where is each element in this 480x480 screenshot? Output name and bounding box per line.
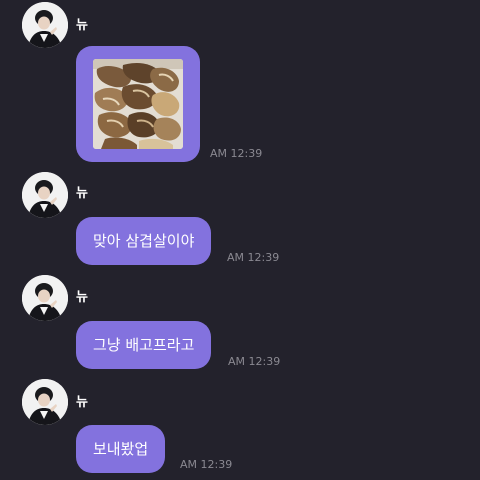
avatar-image [22, 2, 68, 48]
message-timestamp: AM 12:39 [228, 355, 281, 368]
avatar-image [22, 275, 68, 321]
avatar-image [22, 379, 68, 425]
avatar-image [22, 172, 68, 218]
message-timestamp: AM 12:39 [227, 251, 280, 264]
pork-belly-photo-icon [93, 59, 183, 149]
text-message-bubble[interactable]: 맞아 삼겹살이야 [76, 217, 212, 265]
sender-name: 뉴 [76, 290, 88, 305]
avatar[interactable] [22, 379, 68, 425]
avatar[interactable] [22, 172, 68, 218]
photo-message-bubble[interactable] [76, 46, 200, 162]
sender-name: 뉴 [76, 186, 88, 201]
message-timestamp: AM 12:39 [180, 458, 233, 471]
avatar[interactable] [22, 2, 68, 48]
message-timestamp: AM 12:39 [210, 147, 263, 160]
avatar[interactable] [22, 275, 68, 321]
sender-name: 뉴 [76, 395, 88, 410]
text-message-bubble[interactable]: 그냥 배고프라고 [76, 321, 212, 369]
sender-name: 뉴 [76, 18, 88, 33]
food-photo[interactable] [93, 59, 183, 149]
text-message-bubble[interactable]: 보내봤업 [76, 425, 166, 473]
